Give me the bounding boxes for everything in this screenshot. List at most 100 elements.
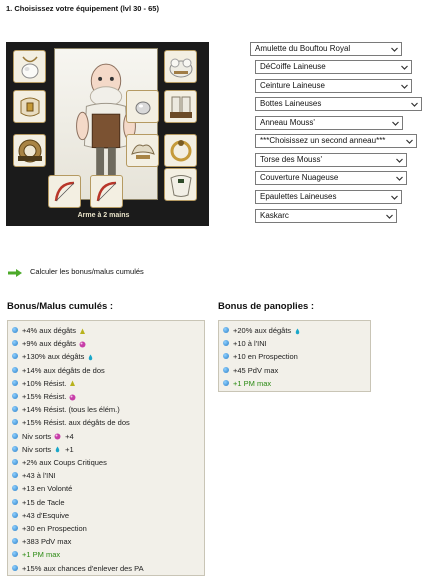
bow-icon xyxy=(54,181,74,201)
cumulative-text: Niv sorts xyxy=(22,444,52,454)
cumulative-suffix: +4 xyxy=(65,431,74,441)
cumulative-bonus-box: +4% aux dégâts +9% aux dégâts +130% aux dé… xyxy=(7,320,205,576)
weapon-slot-2[interactable] xyxy=(90,175,123,208)
cumulative-text: +43 à l'INI xyxy=(22,471,56,481)
equipment-select-3[interactable]: Ceinture Laineuse xyxy=(255,79,412,93)
panoplies-bonus-box: +20% aux dégâts +10 à l'INI +10 en Prospec… xyxy=(218,320,371,392)
chevron-down-icon xyxy=(401,84,408,89)
panoplies-text: +45 PdV max xyxy=(233,365,279,375)
equipment-select-value: Ceinture Laineuse xyxy=(260,81,325,90)
equipment-select-9[interactable]: Epaulettes Laineuses xyxy=(255,190,402,204)
bullet-icon xyxy=(223,379,229,386)
pet-slot[interactable] xyxy=(126,90,159,123)
cumulative-text: +2% aux Coups Critiques xyxy=(22,458,107,467)
shoulders-icon xyxy=(130,144,155,159)
cumulative-text: +130% aux dégâts xyxy=(22,352,85,362)
bullet-icon xyxy=(12,340,18,347)
bullet-icon xyxy=(12,564,18,571)
ring-icon xyxy=(170,139,191,161)
equipment-select-1[interactable]: Amulette du Bouftou Royal xyxy=(250,42,402,56)
cumulative-item: +383 PdV max xyxy=(12,536,71,548)
equipment-select-value: Anneau Mouss' xyxy=(260,118,315,127)
bullet-icon xyxy=(12,419,18,426)
chevron-down-icon xyxy=(396,176,403,181)
cumulative-item: Niv sorts +1 xyxy=(12,444,74,456)
bullet-icon xyxy=(12,406,18,413)
cumulative-item: +10% Résist. xyxy=(12,378,76,390)
bullet-icon xyxy=(12,472,18,479)
fire-element-icon xyxy=(69,393,76,401)
calc-bonus-row[interactable]: Calculer les bonus/malus cumulés xyxy=(6,266,206,278)
bullet-icon xyxy=(223,340,229,347)
earth-element-icon xyxy=(69,379,76,387)
page-title: 1. Choisissez votre équipement (lvl 30 -… xyxy=(6,4,159,13)
cumulative-item: +43 d'Esquive xyxy=(12,510,69,522)
bullet-icon xyxy=(12,327,18,334)
panoplies-text: +10 en Prospection xyxy=(233,352,298,362)
chevron-down-icon xyxy=(401,65,408,70)
amulet-icon xyxy=(21,56,38,78)
cumulative-text: Niv sorts xyxy=(22,431,52,441)
calc-bonus-link[interactable]: Calculer les bonus/malus cumulés xyxy=(30,267,144,276)
bullet-icon xyxy=(12,353,18,360)
belt-slot[interactable] xyxy=(13,90,46,123)
amulet-slot[interactable] xyxy=(13,50,46,83)
panoplies-item: +20% aux dégâts xyxy=(223,325,301,337)
water-element-icon xyxy=(294,327,301,334)
shoulders-slot[interactable] xyxy=(126,134,159,167)
equipment-select-value: Couverture Nuageuse xyxy=(260,173,339,182)
cumulative-text: +15% aux chances d'enlever des PA xyxy=(22,563,144,573)
chevron-down-icon xyxy=(391,47,398,52)
cumulative-item: +13 en Volonté xyxy=(12,483,72,495)
cumulative-text: +15% Résist. xyxy=(22,392,67,401)
cumulative-text: +15 de Tacle xyxy=(22,497,65,507)
bullet-icon xyxy=(12,498,18,505)
bullet-icon xyxy=(223,366,229,373)
cumulative-item: +2% aux Coups Critiques xyxy=(12,457,107,469)
bullet-icon xyxy=(12,445,18,452)
cumulative-text: +13 en Volonté xyxy=(22,484,73,494)
equipment-select-4[interactable]: Bottes Laineuses xyxy=(255,97,422,111)
cumulative-item: +130% aux dégâts xyxy=(12,351,94,363)
cumulative-item: +14% aux dégâts de dos xyxy=(12,365,105,377)
cumulative-text: +10% Résist. xyxy=(22,378,67,388)
cumulative-item: Niv sorts +4 xyxy=(12,431,74,443)
chevron-down-icon xyxy=(396,158,403,163)
bullet-icon xyxy=(12,525,18,532)
chevron-down-icon xyxy=(386,214,393,219)
earth-element-icon xyxy=(79,327,86,334)
equipment-select-value: Bottes Laineuses xyxy=(260,99,322,108)
equipment-panel: Arme à 2 mains xyxy=(6,42,209,226)
equipment-select-10[interactable]: Kaskarc xyxy=(255,209,397,223)
bullet-icon xyxy=(223,353,229,360)
cumulative-item: +15% aux chances d'enlever des PA xyxy=(12,563,144,575)
bullet-icon xyxy=(12,511,18,518)
bow-icon-2 xyxy=(96,181,116,201)
weapon-slot-1[interactable] xyxy=(48,175,81,208)
arrow-right-icon xyxy=(8,269,22,277)
bullet-icon xyxy=(12,485,18,492)
cumulative-text: +15% Résist. aux dégâts de dos xyxy=(22,418,130,428)
panoplies-item: +45 PdV max xyxy=(223,365,278,377)
shield-slot[interactable] xyxy=(13,134,46,167)
cumulative-text: +14% Résist. (tous les élém.) xyxy=(22,405,120,415)
hat-icon xyxy=(169,58,192,77)
cape-slot[interactable] xyxy=(164,168,197,201)
hat-slot[interactable] xyxy=(164,50,197,83)
equipment-select-8[interactable]: Couverture Nuageuse xyxy=(255,171,407,185)
equipment-select-5[interactable]: Anneau Mouss' xyxy=(255,116,403,130)
cumulative-item: +43 à l'INI xyxy=(12,470,56,482)
cumulative-text: +4% aux dégâts xyxy=(22,326,76,335)
bullet-icon xyxy=(12,379,18,386)
equipment-select-7[interactable]: Torse des Mouss' xyxy=(255,153,407,167)
ring-slot[interactable] xyxy=(164,134,197,167)
equipment-select-2[interactable]: DéCoiffe Laineuse xyxy=(255,60,412,74)
panoplies-text: +1 PM max xyxy=(233,378,272,388)
equipment-select-6[interactable]: ***Choisissez un second anneau*** xyxy=(255,134,417,148)
cumulative-text: +1 PM max xyxy=(22,550,61,560)
pet-icon xyxy=(135,101,150,114)
weapons-label: Arme à 2 mains xyxy=(77,212,130,219)
boots-slot[interactable] xyxy=(164,90,197,123)
cumulative-item: +4% aux dégâts xyxy=(12,325,86,337)
cumulative-item: +1 PM max xyxy=(12,549,60,561)
